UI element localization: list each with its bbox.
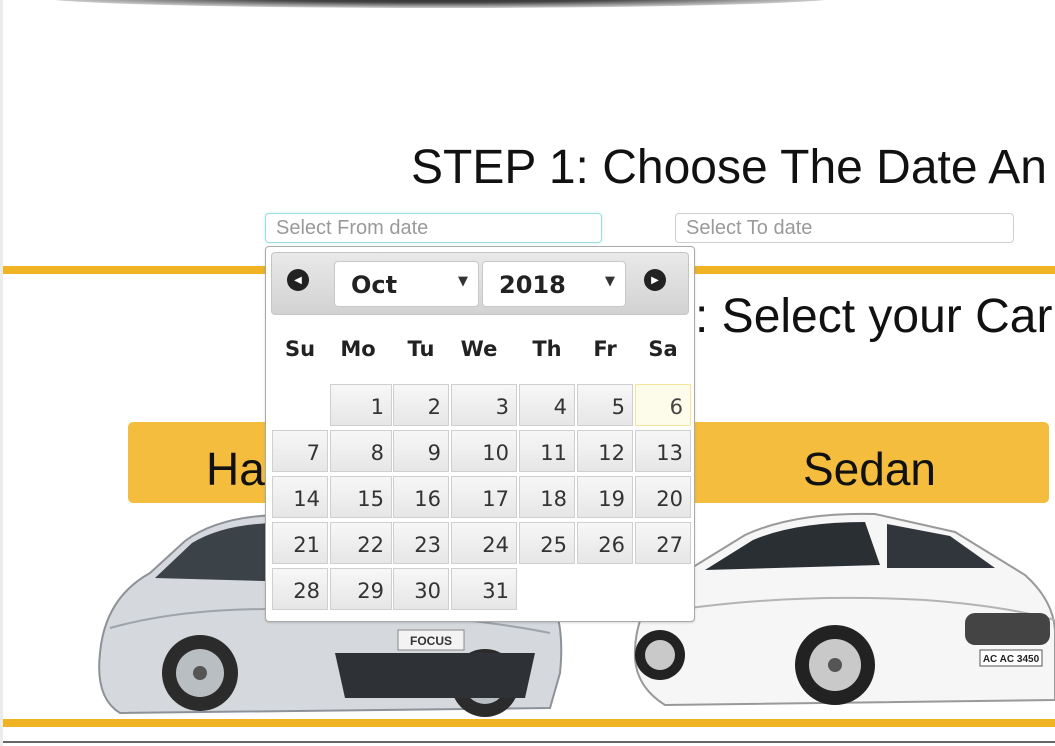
- to-date-input[interactable]: [675, 213, 1014, 243]
- weekday-label: Fr: [593, 337, 617, 361]
- page-left-edge: [0, 0, 3, 746]
- year-value: 2018: [499, 271, 566, 299]
- calendar-day[interactable]: 4: [519, 384, 575, 426]
- month-value: Oct: [351, 271, 398, 299]
- calendar-day[interactable]: 20: [635, 476, 691, 518]
- calendar-day[interactable]: 22: [330, 522, 392, 564]
- weekday-label: We: [460, 337, 498, 361]
- calendar-day[interactable]: 19: [577, 476, 633, 518]
- calendar-day[interactable]: 17: [451, 476, 517, 518]
- year-select[interactable]: 2018 ▼: [482, 261, 626, 307]
- calendar-day[interactable]: 29: [330, 568, 392, 610]
- calendar-day[interactable]: 21: [272, 522, 328, 564]
- calendar-day[interactable]: 18: [519, 476, 575, 518]
- car-tab-label: Ha: [206, 443, 265, 495]
- calendar-day[interactable]: 7: [272, 430, 328, 472]
- chevron-down-icon: ▼: [605, 274, 615, 289]
- calendar-day[interactable]: 11: [519, 430, 575, 472]
- calendar-day[interactable]: 10: [451, 430, 517, 472]
- datepicker-header: ◀ Oct ▼ 2018 ▼ ▶: [271, 252, 689, 315]
- calendar-day[interactable]: 27: [635, 522, 691, 564]
- footer-line: [3, 741, 1055, 743]
- calendar-day[interactable]: 1: [330, 384, 392, 426]
- calendar-day[interactable]: 5: [577, 384, 633, 426]
- calendar-day[interactable]: 2: [393, 384, 449, 426]
- calendar-day[interactable]: 13: [635, 430, 691, 472]
- weekday-label: Tu: [407, 337, 435, 361]
- chevron-down-icon: ▼: [458, 274, 468, 289]
- calendar-day[interactable]: 28: [272, 568, 328, 610]
- calendar-day[interactable]: 3: [451, 384, 517, 426]
- weekday-label: Su: [284, 337, 316, 361]
- step2-title: : Select your Car: [695, 290, 1053, 343]
- weekday-header-row: Su Mo Tu We Th Fr Sa: [271, 337, 691, 367]
- weekday-label: Sa: [648, 337, 678, 361]
- datepicker-popup: ◀ Oct ▼ 2018 ▼ ▶ Su Mo Tu We Th Fr Sa 12…: [265, 246, 695, 622]
- calendar-day[interactable]: 8: [330, 430, 392, 472]
- calendar-day[interactable]: 9: [393, 430, 449, 472]
- from-date-input[interactable]: [265, 213, 602, 243]
- sedan-plate: AC AC 3450: [983, 654, 1040, 665]
- calendar-day[interactable]: 12: [577, 430, 633, 472]
- section-divider-bottom: [3, 719, 1055, 727]
- calendar-day[interactable]: 24: [451, 522, 517, 564]
- calendar-day[interactable]: 6: [635, 384, 691, 426]
- weekday-label: Mo: [340, 337, 376, 361]
- calendar-day[interactable]: 16: [393, 476, 449, 518]
- car-tab-sedan[interactable]: Sedan: [690, 422, 1049, 503]
- calendar-day[interactable]: 23: [393, 522, 449, 564]
- step1-title: STEP 1: Choose The Date An: [411, 141, 1047, 194]
- circle-arrow-right-icon[interactable]: ▶: [644, 269, 666, 291]
- calendar-day[interactable]: 25: [519, 522, 575, 564]
- hatchback-badge: FOCUS: [410, 634, 452, 648]
- month-select[interactable]: Oct ▼: [334, 261, 479, 307]
- weekday-label: Th: [532, 337, 562, 361]
- header-shadow: [40, 0, 840, 8]
- calendar-day[interactable]: 31: [451, 568, 517, 610]
- calendar-day[interactable]: 26: [577, 522, 633, 564]
- calendar-day[interactable]: 14: [272, 476, 328, 518]
- circle-arrow-left-icon[interactable]: ◀: [287, 269, 309, 291]
- calendar-day[interactable]: 15: [330, 476, 392, 518]
- car-tab-label: Sedan: [802, 443, 936, 495]
- calendar-day[interactable]: 30: [393, 568, 449, 610]
